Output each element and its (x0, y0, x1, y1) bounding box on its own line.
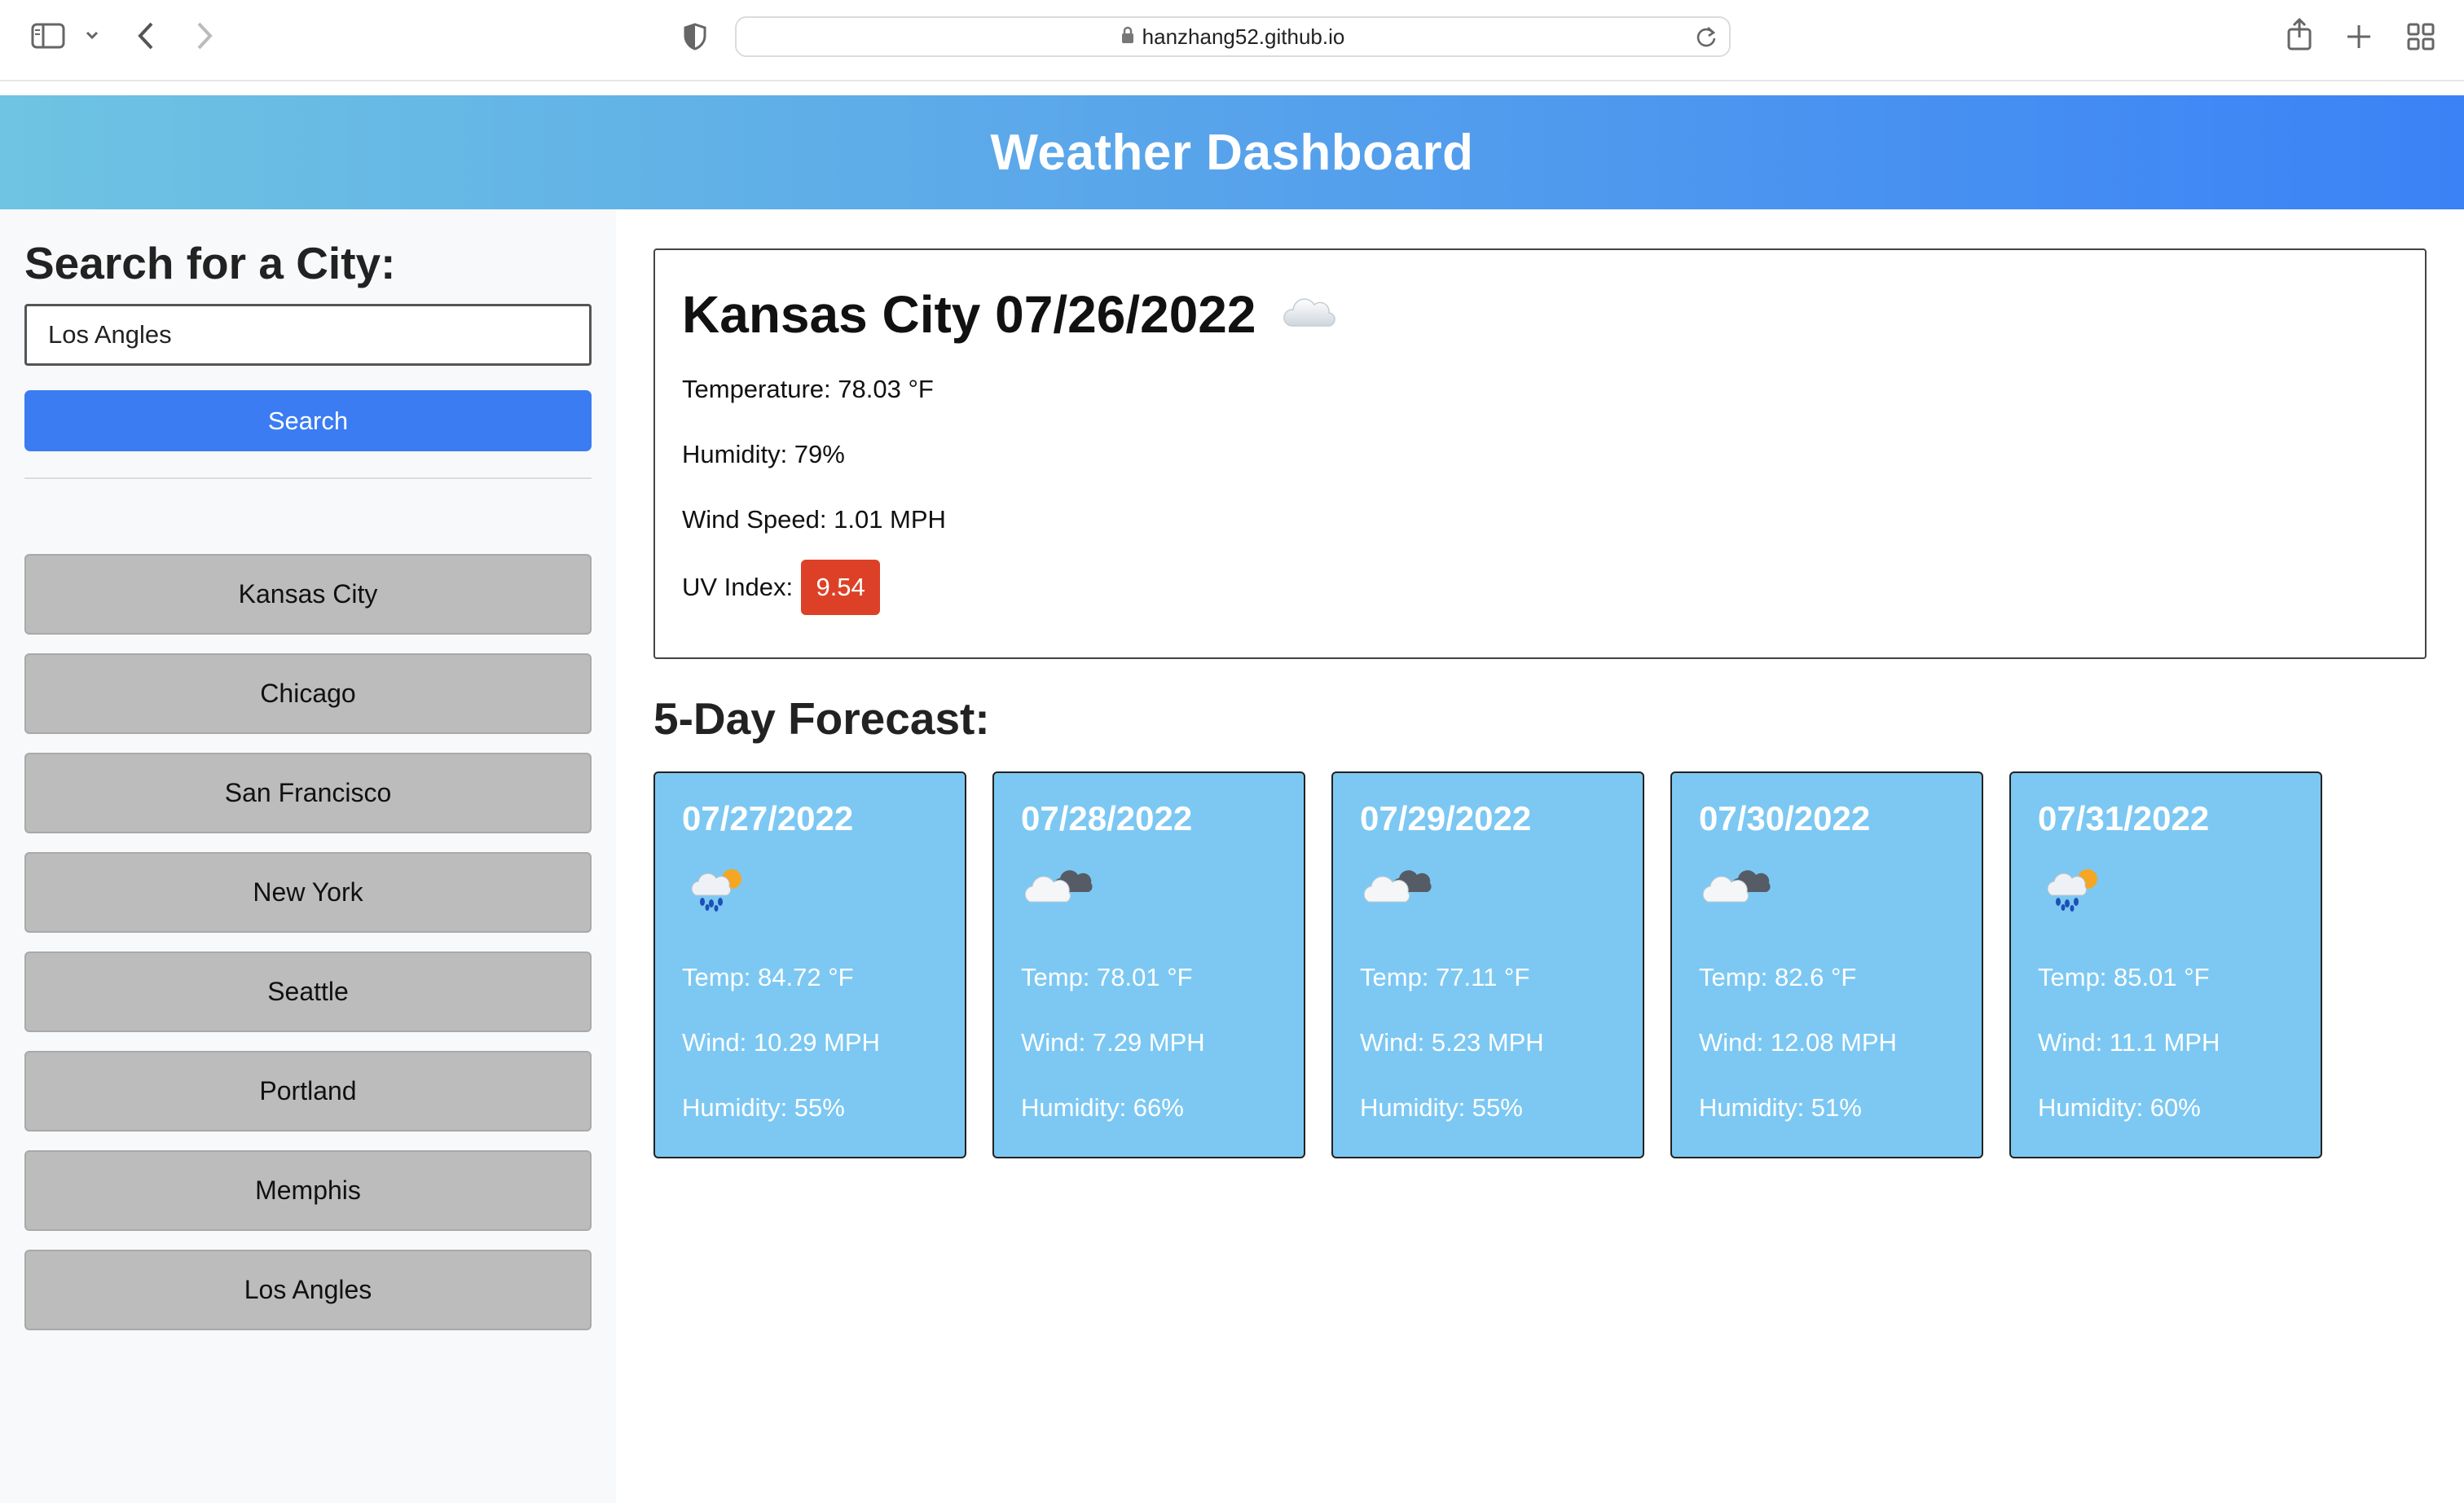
forecast-date: 07/28/2022 (1021, 799, 1193, 837)
cloud-icon (1280, 284, 1339, 345)
search-history-list: Kansas City Chicago San Francisco New Yo… (24, 554, 592, 1349)
rain-sun-icon (2042, 863, 2107, 912)
forecast-date: 07/30/2022 (1699, 799, 1871, 837)
shield-icon[interactable] (683, 23, 707, 51)
history-city-button[interactable]: Los Angles (24, 1250, 592, 1330)
forward-icon[interactable] (196, 21, 213, 51)
history-city-button[interactable]: Kansas City (24, 554, 592, 635)
forecast-card: 07/30/2022 Temp: 82.6 °F Wind: 12.08 MPH… (1670, 771, 1983, 1158)
current-city-date: Kansas City 07/26/2022 (682, 285, 1256, 344)
history-city-button[interactable]: Portland (24, 1051, 592, 1132)
share-icon[interactable] (2286, 18, 2312, 51)
current-weather-title: Kansas City 07/26/2022 (682, 284, 1339, 345)
sidebar-divider (24, 477, 592, 479)
forecast-humidity: Humidity: 55% (1360, 1093, 1523, 1122)
forecast-wind: Wind: 12.08 MPH (1699, 1028, 1897, 1057)
page-title: Weather Dashboard (990, 124, 1474, 181)
search-sidebar: Search for a City: Search Kansas City Ch… (0, 209, 616, 1503)
city-search-input[interactable] (24, 304, 592, 366)
forecast-card: 07/29/2022 Temp: 77.11 °F Wind: 5.23 MPH… (1331, 771, 1644, 1158)
forecast-card: 07/28/2022 Temp: 78.01 °F Wind: 7.29 MPH… (992, 771, 1305, 1158)
forecast-humidity: Humidity: 66% (1021, 1093, 1184, 1122)
search-heading: Search for a City: (24, 238, 396, 288)
forecast-date: 07/31/2022 (2038, 799, 2210, 837)
forecast-date: 07/29/2022 (1360, 799, 1532, 837)
uv-index-row: UV Index: 9.54 (682, 560, 881, 615)
browser-toolbar: hanzhang52.github.io (0, 0, 2464, 81)
uv-index-label: UV Index: (682, 573, 794, 601)
tab-overview-icon[interactable] (2407, 23, 2435, 51)
address-bar[interactable]: hanzhang52.github.io (735, 16, 1731, 57)
back-icon[interactable] (137, 21, 155, 51)
rain-sun-icon (686, 863, 751, 912)
current-wind-speed: Wind Speed: 1.01 MPH (682, 505, 946, 534)
history-city-button[interactable]: San Francisco (24, 753, 592, 833)
current-temperature: Temperature: 78.03 °F (682, 375, 934, 403)
chevron-down-icon[interactable] (85, 29, 99, 41)
forecast-temp: Temp: 82.6 °F (1699, 963, 1857, 991)
forecast-wind: Wind: 10.29 MPH (682, 1028, 880, 1057)
history-city-button[interactable]: New York (24, 852, 592, 933)
forecast-card: 07/31/2022 Temp: 85.01 °F Wind: 11.1 MPH… (2009, 771, 2322, 1158)
forecast-temp: Temp: 77.11 °F (1360, 963, 1530, 991)
forecast-wind: Wind: 5.23 MPH (1360, 1028, 1544, 1057)
forecast-temp: Temp: 84.72 °F (682, 963, 854, 991)
forecast-temp: Temp: 85.01 °F (2038, 963, 2210, 991)
sidebar-icon[interactable] (31, 23, 65, 49)
forecast-humidity: Humidity: 55% (682, 1093, 845, 1122)
lock-icon (1121, 24, 1134, 50)
history-city-button[interactable]: Memphis (24, 1150, 592, 1231)
new-tab-icon[interactable] (2345, 23, 2373, 51)
broken-clouds-icon (1024, 863, 1093, 912)
forecast-cards: 07/27/2022 Temp: 84.72 °F Wind: 10.29 MP… (653, 771, 2322, 1158)
forecast-humidity: Humidity: 51% (1699, 1093, 1862, 1122)
forecast-wind: Wind: 11.1 MPH (2038, 1028, 2220, 1057)
uv-index-badge: 9.54 (801, 560, 881, 615)
forecast-humidity: Humidity: 60% (2038, 1093, 2201, 1122)
url-text: hanzhang52.github.io (1142, 24, 1345, 49)
forecast-wind: Wind: 7.29 MPH (1021, 1028, 1205, 1057)
history-city-button[interactable]: Chicago (24, 653, 592, 734)
current-humidity: Humidity: 79% (682, 440, 845, 468)
broken-clouds-icon (1363, 863, 1432, 912)
current-weather-card: Kansas City 07/26/2022 Temperature: 78.0… (653, 248, 2427, 659)
forecast-date: 07/27/2022 (682, 799, 854, 837)
broken-clouds-icon (1702, 863, 1771, 912)
history-city-button[interactable]: Seattle (24, 951, 592, 1032)
forecast-card: 07/27/2022 Temp: 84.72 °F Wind: 10.29 MP… (653, 771, 966, 1158)
reload-icon[interactable] (1695, 24, 1718, 53)
forecast-heading: 5-Day Forecast: (653, 693, 990, 744)
app-header: Weather Dashboard (0, 95, 2464, 209)
search-button[interactable]: Search (24, 390, 592, 451)
forecast-temp: Temp: 78.01 °F (1021, 963, 1193, 991)
